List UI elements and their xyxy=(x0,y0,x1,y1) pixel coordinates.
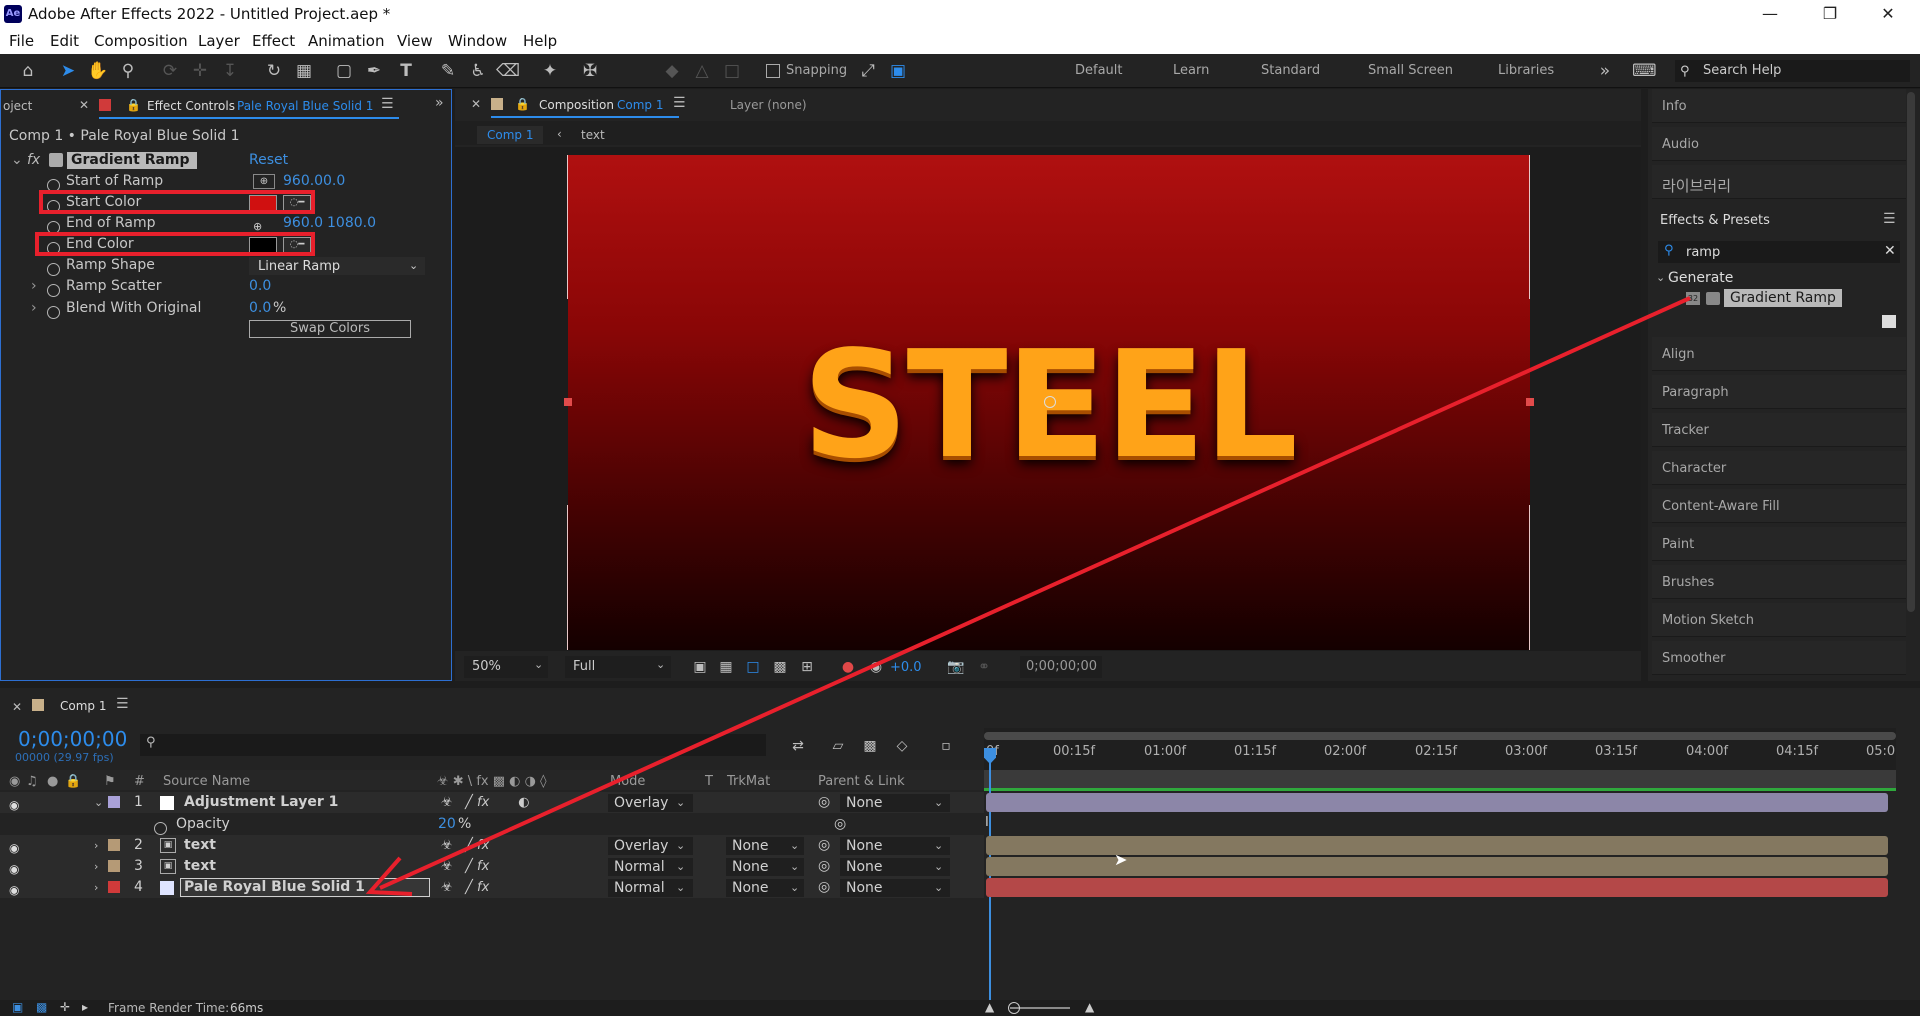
frame-render-label: Frame Render Time: xyxy=(108,1001,230,1015)
zoom-slider-thumb[interactable] xyxy=(1008,1002,1020,1014)
zoom-in-icon[interactable]: ▲ xyxy=(1085,1000,1094,1014)
transfer-controls-icon[interactable]: ▩ xyxy=(36,1000,47,1014)
frame-render-value: 66ms xyxy=(230,1001,264,1015)
annotation-arrow xyxy=(365,296,1691,896)
render-settings-icon[interactable]: ▣ xyxy=(12,1000,23,1014)
annotation-arrow-line xyxy=(379,296,1691,890)
status-bar: ▣ ▩ ✛ ▸ Frame Render Time: 66ms ▲ ▲ xyxy=(0,1000,1920,1016)
zoom-out-icon[interactable]: ▲ xyxy=(985,1000,994,1014)
in-out-icon[interactable]: ▸ xyxy=(82,1000,88,1014)
graph-icon[interactable]: ✛ xyxy=(60,1000,70,1014)
